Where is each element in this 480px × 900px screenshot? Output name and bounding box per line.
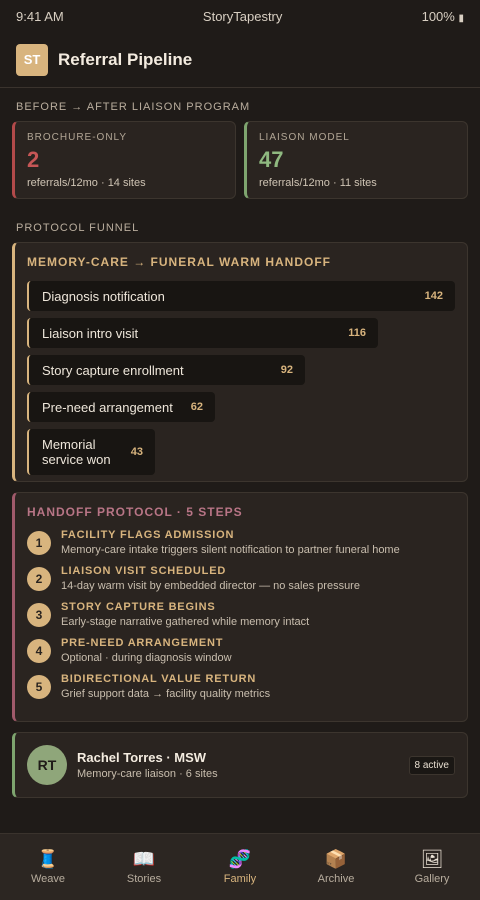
open-book-icon: 📖	[132, 848, 156, 869]
step-number: 3	[27, 603, 51, 627]
step-title: BIDIRECTIONAL VALUE RETURN	[61, 673, 257, 685]
protocol-step: 3 STORY CAPTURE BEGINS Early-stage narrat…	[27, 601, 455, 637]
funnel-title: MEMORY-CARE → FUNERAL WARM HANDOFF	[27, 255, 331, 269]
protocol-funnel-label: PROTOCOL FUNNEL	[16, 222, 140, 234]
step-desc: Grief support data → facility quality me…	[61, 688, 271, 700]
brochure-only-sub: referrals/12mo · 14 sites	[27, 177, 146, 189]
tab-archive[interactable]: 📦 Archive	[288, 834, 384, 900]
funnel-row-count: 116	[348, 327, 366, 339]
brochure-only-value: 2	[27, 147, 40, 172]
active-count-badge: 8 active	[408, 755, 455, 775]
funnel-row-memorial[interactable]: Memorial service won 43	[27, 429, 155, 475]
protocol-funnel: MEMORY-CARE → FUNERAL WARM HANDOFF Diagn…	[12, 242, 468, 482]
funnel-row-count: 142	[424, 290, 443, 302]
tab-label: Archive	[317, 872, 355, 885]
liaison-model-sub: referrals/12mo · 11 sites	[259, 177, 377, 189]
funnel-row-count: 62	[190, 401, 203, 413]
tab-gallery[interactable]: 🖼 Gallery	[384, 834, 480, 900]
brochure-only-card: BROCHURE-ONLY 2 referrals/12mo · 14 site…	[12, 121, 236, 199]
thread-spool-icon: 🧵	[36, 848, 60, 869]
liaison-model-value: 47	[259, 147, 284, 172]
funnel-row-count: 43	[130, 446, 143, 458]
step-number: 4	[27, 639, 51, 663]
tab-label: Weave	[30, 872, 66, 885]
tab-label: Family	[223, 872, 257, 885]
before-after-row: BROCHURE-ONLY 2 referrals/12mo · 14 site…	[0, 121, 480, 199]
framed-picture-icon: 🖼	[420, 848, 444, 869]
battery-icon: ▮	[458, 12, 464, 24]
tab-label: Gallery	[414, 872, 450, 885]
funnel-row-diagnosis[interactable]: Diagnosis notification 142	[27, 281, 455, 311]
tab-label: Stories	[126, 872, 162, 885]
handoff-protocol: HANDOFF PROTOCOL · 5 STEPS 1 FACILITY FL…	[12, 492, 468, 722]
battery-percent: 100%	[421, 8, 455, 24]
liaison-card[interactable]: RT Rachel Torres · MSW Memory-care liais…	[12, 732, 468, 798]
status-app-name: StoryTapestry	[202, 8, 283, 24]
app-header: ST Referral Pipeline	[0, 32, 480, 88]
protocol-step: 4 PRE-NEED ARRANGEMENT Optional · during …	[27, 637, 455, 673]
avatar: RT	[27, 745, 67, 785]
bottom-tab-bar: 🧵 Weave 📖 Stories 🧬 Family 📦 Archive 🖼 G…	[0, 833, 480, 900]
step-number: 1	[27, 531, 51, 555]
status-bar: 9:41 AM StoryTapestry 100% ▮	[0, 0, 480, 32]
app-logo: ST	[16, 43, 48, 76]
step-title: STORY CAPTURE BEGINS	[61, 601, 216, 613]
step-desc: Optional · during diagnosis window	[61, 652, 232, 664]
liaison-name: Rachel Torres · MSW	[77, 750, 207, 765]
step-title: PRE-NEED ARRANGEMENT	[61, 637, 224, 649]
tab-family[interactable]: 🧬 Family	[192, 834, 288, 900]
liaison-model-card: LIAISON MODEL 47 referrals/12mo · 11 sit…	[244, 121, 468, 199]
funnel-row-label: Pre-need arrangement	[42, 399, 173, 415]
brochure-only-title: BROCHURE-ONLY	[27, 132, 128, 143]
liaison-model-title: LIAISON MODEL	[259, 132, 350, 143]
step-title: FACILITY FLAGS ADMISSION	[61, 529, 235, 541]
status-time: 9:41 AM	[16, 8, 64, 24]
funnel-row-label: Liaison intro visit	[42, 325, 139, 341]
protocol-step: 5 BIDIRECTIONAL VALUE RETURN Grief suppor…	[27, 673, 455, 709]
liaison-role: Memory-care liaison · 6 sites	[77, 768, 218, 780]
archive-box-icon: 📦	[324, 848, 348, 869]
protocol-step: 1 FACILITY FLAGS ADMISSION Memory-care in…	[27, 529, 455, 565]
family-tree-icon: 🧬	[228, 848, 252, 869]
step-number: 5	[27, 675, 51, 699]
protocol-step: 2 LIAISON VISIT SCHEDULED 14-day warm vis…	[27, 565, 455, 601]
step-desc: Memory-care intake triggers silent notif…	[61, 544, 400, 556]
funnel-row-count: 92	[280, 364, 293, 376]
step-desc: 14-day warm visit by embedded director —…	[61, 580, 360, 592]
step-desc: Early-stage narrative gathered while mem…	[61, 616, 310, 628]
funnel-row-label: Story capture enrollment	[42, 362, 184, 378]
funnel-row-label: Memorial service won	[42, 437, 111, 467]
step-title: LIAISON VISIT SCHEDULED	[61, 565, 227, 577]
funnel-row-label: Diagnosis notification	[42, 288, 165, 304]
funnel-row-pre-need[interactable]: Pre-need arrangement 62	[27, 392, 215, 422]
funnel-row-liaison-intro[interactable]: Liaison intro visit 116	[27, 318, 378, 348]
protocol-title: HANDOFF PROTOCOL · 5 STEPS	[27, 505, 243, 519]
liaison-info: Rachel Torres · MSW Memory-care liaison …	[77, 750, 399, 780]
tab-stories[interactable]: 📖 Stories	[96, 834, 192, 900]
funnel-row-story-capture[interactable]: Story capture enrollment 92	[27, 355, 305, 385]
before-after-label: BEFORE → AFTER LIAISON PROGRAM	[16, 101, 251, 113]
tab-weave[interactable]: 🧵 Weave	[0, 834, 96, 900]
step-number: 2	[27, 567, 51, 591]
page-title: Referral Pipeline	[58, 49, 193, 69]
status-battery: 100% ▮	[422, 9, 464, 24]
